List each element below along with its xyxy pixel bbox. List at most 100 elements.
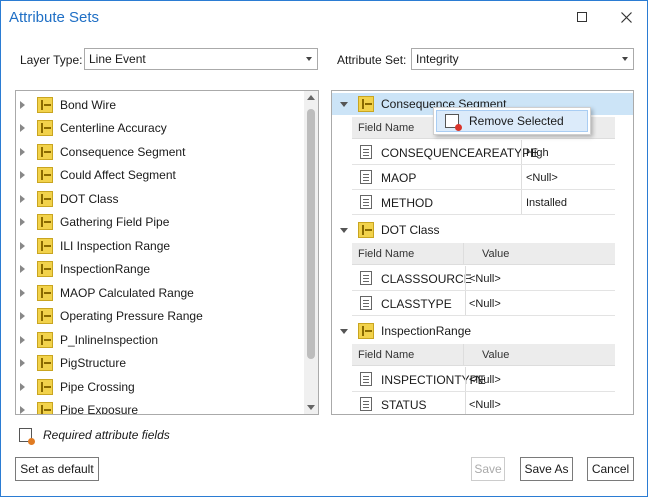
field-value[interactable]: <Null>	[469, 273, 501, 285]
title-bar: Attribute Sets	[1, 1, 647, 35]
save-button[interactable]: Save	[471, 457, 505, 481]
layer-icon	[37, 378, 53, 395]
collapse-arrow-icon[interactable]	[340, 101, 348, 107]
layer-icon	[37, 355, 53, 371]
grid-column-header: Field Name Value	[352, 344, 615, 366]
expand-arrow-icon[interactable]	[20, 241, 25, 250]
cancel-button[interactable]: Cancel	[587, 457, 634, 481]
layer-name: Bond Wire	[60, 97, 117, 112]
expand-arrow-icon[interactable]	[20, 382, 25, 391]
layer-name: Could Affect Segment	[60, 168, 176, 182]
field-icon	[360, 372, 372, 386]
layer-tree-item[interactable]: Could Affect Segment	[16, 164, 176, 187]
layer-name: Pipe Crossing	[60, 379, 135, 394]
layer-type-dropdown[interactable]: Line Event	[84, 48, 318, 70]
table-row[interactable]: STATUS <Null>	[352, 392, 615, 414]
expand-arrow-icon[interactable]	[20, 100, 25, 109]
field-value[interactable]: <Null>	[469, 298, 501, 310]
column-separator	[463, 243, 464, 264]
layer-tree-item[interactable]: Pipe Crossing	[16, 375, 135, 398]
attribute-sets-dialog: Attribute Sets Layer Type: Line Event At…	[0, 0, 648, 497]
column-separator	[521, 165, 522, 189]
layer-tree-item[interactable]: MAOP Calculated Range	[16, 281, 194, 304]
group-name: DOT Class	[381, 223, 440, 237]
column-separator	[465, 367, 466, 391]
field-value[interactable]: Installed	[526, 197, 567, 209]
field-icon	[360, 271, 372, 285]
collapse-arrow-icon[interactable]	[340, 227, 348, 233]
close-button[interactable]	[611, 5, 641, 29]
layer-tree-item[interactable]: PigStructure	[16, 352, 126, 375]
layer-name: ILI Inspection Range	[60, 238, 171, 253]
layer-tree-item[interactable]: InspectionRange	[16, 258, 150, 281]
chevron-down-icon	[622, 57, 628, 61]
column-separator	[465, 266, 466, 290]
layer-tree-item[interactable]: Operating Pressure Range	[16, 305, 203, 328]
layer-tree-item[interactable]: P_InlineInspection	[16, 328, 158, 351]
expand-arrow-icon[interactable]	[20, 265, 25, 273]
field-value[interactable]: <Null>	[526, 172, 558, 184]
maximize-button[interactable]	[567, 5, 597, 29]
attribute-grid: Consequence Segment Field Name CONSEQUENCE…	[331, 90, 634, 415]
column-separator	[465, 392, 466, 414]
field-value[interactable]: <Null>	[469, 399, 501, 411]
layer-tree-item[interactable]: ILI Inspection Range	[16, 234, 170, 257]
scroll-down-icon[interactable]	[307, 405, 315, 410]
set-as-default-button[interactable]: Set as default	[15, 457, 99, 481]
table-row[interactable]: CLASSSOURCE <Null>	[352, 266, 615, 291]
field-name-header: Field Name	[358, 348, 415, 361]
layer-icon	[37, 190, 53, 207]
layer-icon	[37, 214, 53, 230]
group-name: InspectionRange	[381, 324, 472, 338]
group-header[interactable]: InspectionRange	[332, 320, 633, 342]
field-name: CLASSSOURCE	[381, 272, 472, 286]
layer-icon	[358, 96, 374, 112]
expand-arrow-icon[interactable]	[20, 359, 25, 367]
layer-type-value: Line Event	[89, 52, 146, 66]
layer-type-label: Layer Type:	[20, 53, 83, 67]
field-name: CLASSTYPE	[381, 297, 452, 311]
layer-tree-item[interactable]: Bond Wire	[16, 93, 116, 116]
table-row[interactable]: METHOD Installed	[352, 190, 615, 215]
layer-tree-item[interactable]: Centerline Accuracy	[16, 117, 167, 140]
layer-name: InspectionRange	[60, 262, 151, 276]
expand-arrow-icon[interactable]	[20, 406, 25, 414]
expand-arrow-icon[interactable]	[20, 218, 25, 226]
field-value[interactable]: High	[526, 147, 549, 159]
scroll-thumb[interactable]	[307, 109, 315, 359]
field-value[interactable]: <Null>	[469, 374, 501, 386]
collapse-arrow-icon[interactable]	[340, 328, 348, 334]
layer-tree-item[interactable]: DOT Class	[16, 187, 118, 210]
table-row[interactable]: CLASSTYPE <Null>	[352, 291, 615, 316]
attribute-set-dropdown[interactable]: Integrity	[411, 48, 634, 70]
expand-arrow-icon[interactable]	[20, 335, 25, 344]
expand-arrow-icon[interactable]	[20, 288, 25, 297]
expand-arrow-icon[interactable]	[20, 124, 25, 132]
expand-arrow-icon[interactable]	[20, 194, 25, 203]
layer-name: Pipe Exposure	[60, 403, 139, 415]
layer-name: MAOP Calculated Range	[60, 285, 194, 300]
group-header[interactable]: DOT Class	[332, 219, 633, 241]
required-note: Required attribute fields	[43, 428, 170, 442]
remove-selected-menu-item[interactable]: Remove Selected	[436, 110, 588, 132]
layer-tree-item[interactable]: Consequence Segment	[16, 140, 185, 163]
layer-tree-item[interactable]: Pipe Exposure	[16, 399, 139, 415]
table-row[interactable]: INSPECTIONTYPE <Null>	[352, 367, 615, 392]
expand-arrow-icon[interactable]	[20, 171, 25, 179]
save-as-button[interactable]: Save As	[520, 457, 573, 481]
layer-tree-scrollbar[interactable]	[304, 91, 318, 414]
layer-icon	[37, 143, 53, 160]
field-name: CONSEQUENCEAREATYPE	[381, 146, 539, 160]
scroll-up-icon[interactable]	[307, 95, 315, 100]
field-icon	[360, 296, 372, 310]
table-row[interactable]: MAOP <Null>	[352, 165, 615, 190]
layer-icon	[37, 120, 53, 136]
layer-tree-item[interactable]: Gathering Field Pipe	[16, 211, 169, 234]
layer-icon	[37, 261, 53, 277]
table-row[interactable]: CONSEQUENCEAREATYPE High	[352, 140, 615, 165]
context-menu: Remove Selected	[433, 107, 591, 135]
remove-icon	[445, 114, 462, 131]
field-icon	[360, 195, 372, 209]
expand-arrow-icon[interactable]	[20, 147, 25, 156]
expand-arrow-icon[interactable]	[20, 312, 25, 320]
